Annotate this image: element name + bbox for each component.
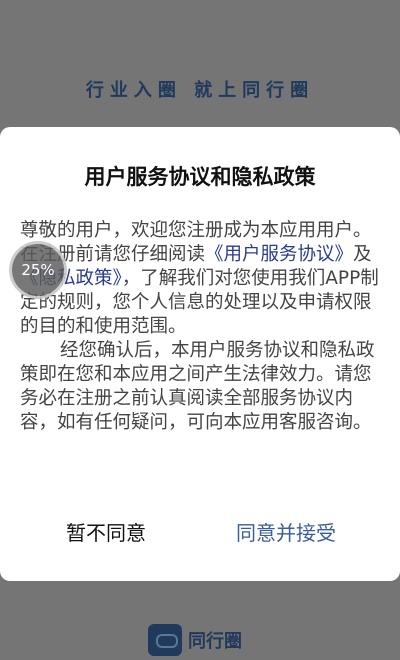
para1-text-2: 及 xyxy=(353,244,372,265)
dialog-paragraph-2: 经您确认后，本用户服务协议和隐私政策即在您和本应用之间产生法律效力。请您务必在注… xyxy=(20,339,382,435)
para2-text: 经您确认后，本用户服务协议和隐私政策即在您和本应用之间产生法律效力。请您务必在注… xyxy=(20,340,375,433)
logo-text: 同行圈 xyxy=(188,631,242,652)
footer-logo: 同行圈 xyxy=(148,624,242,656)
user-agreement-link[interactable]: 《用户服务协议》 xyxy=(205,244,353,265)
privacy-dialog: 用户服务协议和隐私政策 尊敬的用户，欢迎您注册成为本应用用户。在注册前请您仔细阅… xyxy=(0,127,400,581)
dialog-body: 尊敬的用户，欢迎您注册成为本应用用户。在注册前请您仔细阅读《用户服务协议》及《隐… xyxy=(20,219,382,435)
dialog-title: 用户服务协议和隐私政策 xyxy=(84,165,316,189)
accept-button[interactable]: 同意并接受 xyxy=(236,517,336,546)
dialog-paragraph-1: 尊敬的用户，欢迎您注册成为本应用用户。在注册前请您仔细阅读《用户服务协议》及《隐… xyxy=(20,219,382,339)
decline-button[interactable]: 暂不同意 xyxy=(66,517,146,546)
progress-badge[interactable]: 25% xyxy=(12,244,64,296)
handshake-icon xyxy=(148,624,182,656)
splash-slogan: 行业入圈 就上同行圈 xyxy=(85,80,315,101)
